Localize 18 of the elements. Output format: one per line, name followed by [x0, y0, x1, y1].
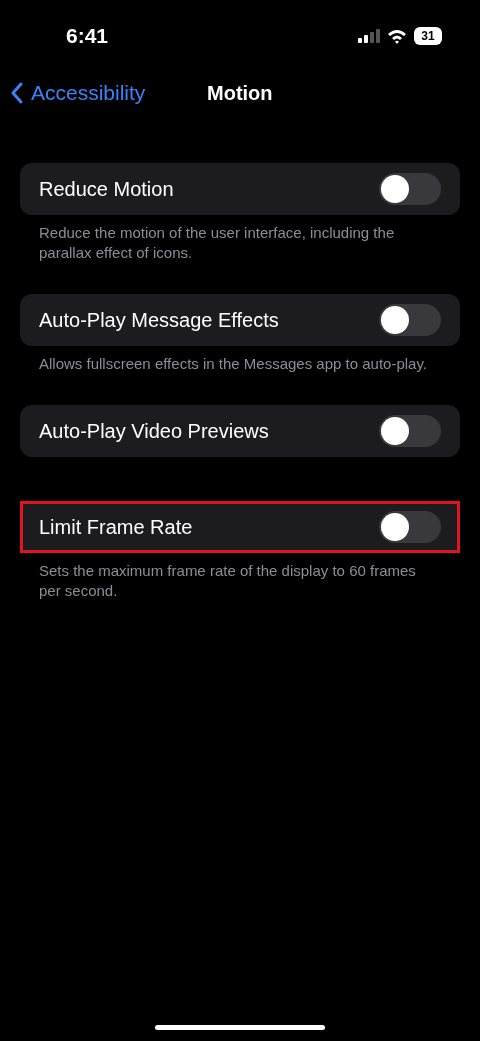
toggle-switch[interactable] [379, 511, 441, 543]
setting-label: Limit Frame Rate [39, 515, 193, 539]
setting-label: Auto-Play Video Previews [39, 419, 269, 443]
signal-icon [358, 29, 380, 43]
setting-description: Sets the maximum frame rate of the display to 60 frames per second. [39, 561, 417, 601]
setting-label: Reduce Motion [39, 177, 174, 201]
back-button[interactable]: Accessibility [0, 81, 146, 105]
page-title: Motion [207, 81, 273, 105]
toggle-switch[interactable] [379, 173, 441, 205]
chevron-left-icon [10, 82, 23, 104]
setting-label: Auto-Play Message Effects [39, 308, 279, 332]
setting-description: Reduce the motion of the user interface, including the parallax effect of icons. [39, 223, 396, 263]
wifi-icon [387, 28, 407, 44]
setting-description: Allows fullscreen effects in the Messages app to auto-play. [39, 354, 428, 374]
toggle-switch[interactable] [379, 304, 441, 336]
toggle-switch[interactable] [379, 415, 441, 447]
battery-level: 31 [414, 27, 442, 45]
status-time: 6:41 [66, 24, 109, 48]
